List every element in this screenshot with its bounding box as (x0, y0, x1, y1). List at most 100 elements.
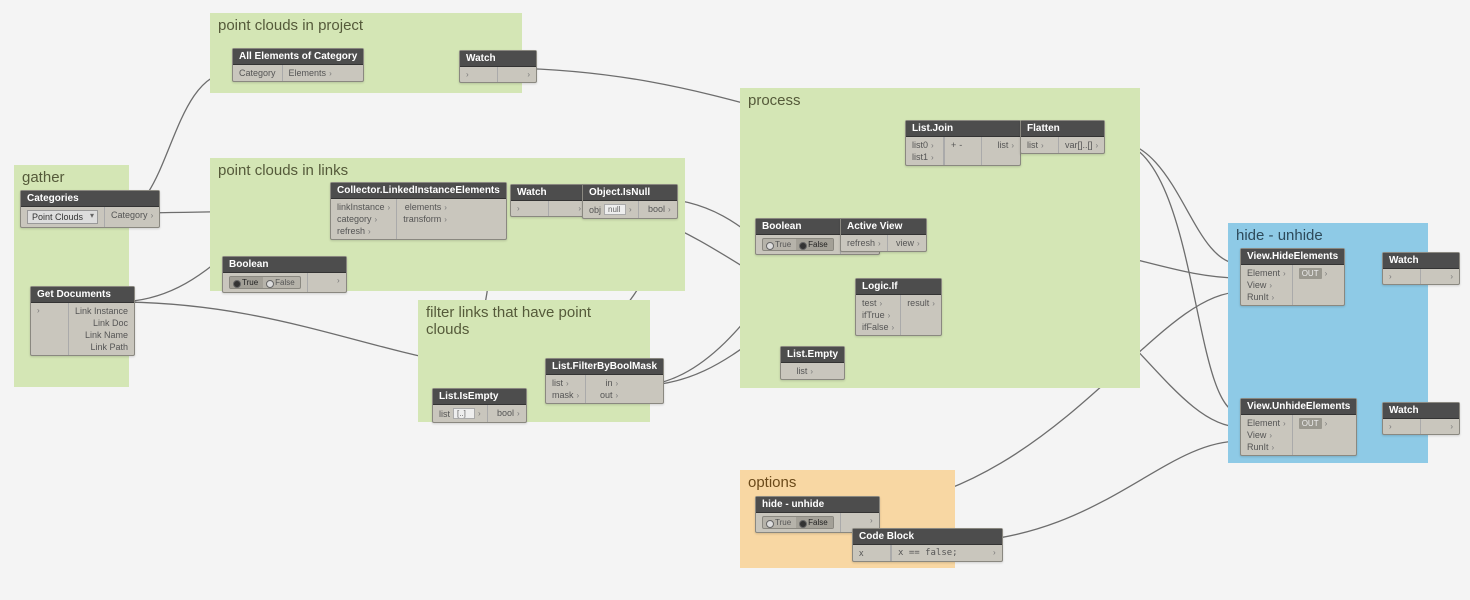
node-title: Code Block (853, 529, 1002, 545)
chevron-right-icon: › (931, 153, 934, 162)
port-out[interactable]: Category (111, 210, 148, 220)
node-watch[interactable]: Watch › › (459, 50, 537, 83)
node-title: hide - unhide (756, 497, 879, 513)
node-collector-linked[interactable]: Collector.LinkedInstanceElements linkIns… (330, 182, 507, 240)
chevron-right-icon: › (1325, 419, 1328, 428)
port-out[interactable]: var[]..[] (1065, 140, 1093, 150)
port-in[interactable]: x (859, 548, 864, 558)
node-flatten[interactable]: Flatten list› var[]..[]› (1020, 120, 1105, 154)
port-in[interactable]: RunIt (1247, 442, 1269, 452)
node-watch[interactable]: Watch › › (1382, 402, 1460, 435)
port-out[interactable]: view (896, 238, 914, 248)
node-logic-if[interactable]: Logic.If test› ifTrue› ifFalse› result› (855, 278, 942, 336)
node-watch[interactable]: Watch › › (1382, 252, 1460, 285)
port-in[interactable]: list1 (912, 152, 928, 162)
chevron-right-icon: › (1272, 293, 1275, 302)
remove-input-button[interactable]: - (959, 140, 962, 150)
chevron-right-icon: › (578, 204, 581, 213)
node-categories[interactable]: Categories Point Clouds Category› (20, 190, 160, 228)
port-out[interactable]: OUT (1299, 268, 1322, 279)
port-in[interactable]: Category (239, 68, 276, 78)
port-in[interactable]: list (439, 409, 450, 419)
chevron-right-icon: › (1283, 269, 1286, 278)
chevron-right-icon: › (577, 391, 580, 400)
port-out[interactable]: result (907, 298, 929, 308)
node-code-block[interactable]: Code Block x x == false; › (852, 528, 1003, 562)
port-out[interactable]: Link Instance (75, 306, 128, 316)
port-out[interactable]: OUT (1299, 418, 1322, 429)
chevron-right-icon: › (668, 205, 671, 214)
port-in[interactable]: list0 (912, 140, 928, 150)
port-in[interactable]: category (337, 214, 372, 224)
port-out[interactable]: list (796, 366, 807, 376)
port-in[interactable]: linkInstance (337, 202, 385, 212)
node-list-filterbyboolmask[interactable]: List.FilterByBoolMask list› mask› in› ou… (545, 358, 664, 404)
port-in[interactable]: mask (552, 390, 574, 400)
port-in[interactable]: test (862, 298, 877, 308)
input-field[interactable]: null (604, 204, 626, 215)
chevron-right-icon: › (37, 306, 40, 315)
port-in[interactable]: obj (589, 205, 601, 215)
port-out[interactable]: Link Doc (93, 318, 128, 328)
node-title: All Elements of Category (233, 49, 363, 65)
port-out[interactable]: Link Name (85, 330, 128, 340)
chevron-right-icon: › (517, 204, 520, 213)
add-input-button[interactable]: + (951, 140, 956, 150)
chevron-right-icon: › (917, 239, 920, 248)
chevron-right-icon: › (337, 276, 340, 285)
node-all-elements-category[interactable]: All Elements of Category Category Elemen… (232, 48, 364, 82)
port-in[interactable]: list (1027, 140, 1038, 150)
node-get-documents[interactable]: Get Documents › Link Instance Link Doc L… (30, 286, 135, 356)
port-out[interactable]: transform (403, 214, 441, 224)
node-title: Object.IsNull (583, 185, 677, 201)
boolean-radio[interactable]: True False (762, 516, 834, 529)
node-title: View.HideElements (1241, 249, 1344, 265)
chevron-right-icon: › (1450, 422, 1453, 431)
port-in[interactable]: ifFalse (862, 322, 889, 332)
boolean-radio[interactable]: True False (762, 238, 834, 251)
port-in[interactable]: View (1247, 430, 1266, 440)
chevron-right-icon: › (629, 205, 632, 214)
port-out[interactable]: Elements (289, 68, 327, 78)
chevron-right-icon: › (810, 367, 813, 376)
code-text[interactable]: x == false; (898, 548, 958, 558)
node-watch[interactable]: Watch › › (510, 184, 588, 217)
node-list-join[interactable]: List.Join list0› list1› + - list› (905, 120, 1021, 166)
port-out[interactable]: elements (405, 202, 442, 212)
node-title: Get Documents (31, 287, 134, 303)
port-in[interactable]: refresh (337, 226, 365, 236)
port-in[interactable]: Element (1247, 268, 1280, 278)
node-active-view[interactable]: Active View refresh› view› (840, 218, 927, 252)
port-in[interactable]: RunIt (1247, 292, 1269, 302)
chevron-right-icon: › (878, 239, 881, 248)
node-boolean[interactable]: Boolean True False › (222, 256, 347, 293)
node-list-empty[interactable]: List.Empty list› (780, 346, 845, 380)
chevron-right-icon: › (151, 211, 154, 220)
port-in[interactable]: Element (1247, 418, 1280, 428)
boolean-radio[interactable]: True False (229, 276, 301, 289)
categories-dropdown[interactable]: Point Clouds (27, 210, 98, 224)
node-view-hide[interactable]: View.HideElements Element› View› RunIt› … (1240, 248, 1345, 306)
node-object-isnull[interactable]: Object.IsNull obj null› bool› (582, 184, 678, 219)
node-list-isempty[interactable]: List.IsEmpty list [..]› bool› (432, 388, 527, 423)
node-title: Watch (1383, 253, 1459, 269)
port-out[interactable]: out (600, 390, 613, 400)
port-out[interactable]: bool (497, 408, 514, 418)
chevron-right-icon: › (329, 69, 332, 78)
chevron-right-icon: › (368, 227, 371, 236)
port-in[interactable]: list (552, 378, 563, 388)
node-view-unhide[interactable]: View.UnhideElements Element› View› RunIt… (1240, 398, 1357, 456)
port-out[interactable]: Link Path (91, 342, 129, 352)
input-field[interactable]: [..] (453, 408, 475, 419)
chevron-right-icon: › (1269, 281, 1272, 290)
node-title: Watch (511, 185, 587, 201)
port-in[interactable]: ifTrue (862, 310, 885, 320)
port-out[interactable]: list (997, 140, 1008, 150)
node-title: Collector.LinkedInstanceElements (331, 183, 506, 199)
port-out[interactable]: in (606, 378, 613, 388)
node-title: View.UnhideElements (1241, 399, 1356, 415)
port-out[interactable]: bool (648, 204, 665, 214)
port-in[interactable]: refresh (847, 238, 875, 248)
port-in[interactable]: View (1247, 280, 1266, 290)
group-label: gather (22, 169, 121, 186)
